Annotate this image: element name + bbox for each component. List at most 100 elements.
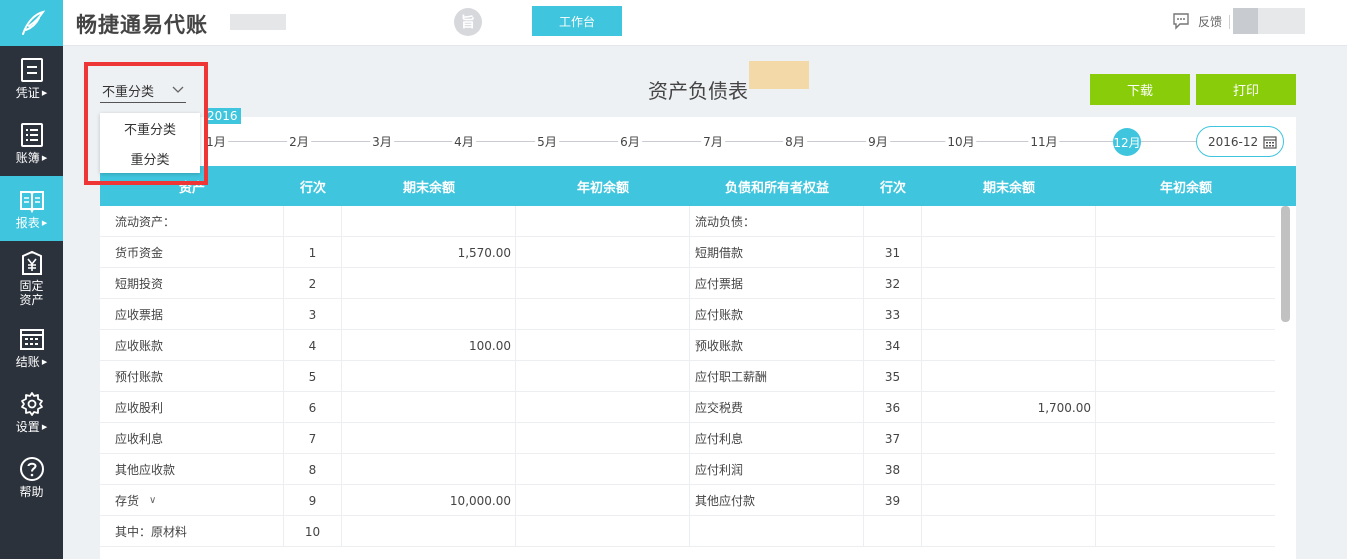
month-9[interactable]: 9月 xyxy=(866,133,890,150)
table-row: 预付账款 5 应付职工薪酬 35 xyxy=(100,361,1275,392)
expand-chevron-icon[interactable]: ∨ xyxy=(149,495,156,506)
liability-line-cell: 37 xyxy=(864,423,922,454)
blurred-account-name xyxy=(230,14,286,30)
col-line-2: 行次 xyxy=(879,180,906,196)
liability-name-cell: 应付利息 xyxy=(690,423,864,454)
asset-line-cell: 10 xyxy=(284,516,342,547)
liability-name: 预收账款 xyxy=(695,339,744,353)
asset-end-balance-cell xyxy=(342,423,516,454)
feedback-link[interactable]: 反馈 xyxy=(1172,12,1222,30)
liability-name-cell: 应付账款 xyxy=(690,299,864,330)
asset-line: 2 xyxy=(308,276,317,291)
table-row: 应收账款 4 100.00 预收账款 34 xyxy=(100,330,1275,361)
scrollbar-track[interactable] xyxy=(1275,206,1296,559)
yen-icon xyxy=(21,250,42,275)
table-row: 其他应收款 8 应付利润 38 xyxy=(100,454,1275,485)
liability-name-cell: 其他应付款 xyxy=(690,485,864,516)
sidebar-item-report[interactable]: 报表 ▶ xyxy=(0,176,63,241)
asset-line-cell: 1 xyxy=(284,237,342,268)
liability-end-balance-cell xyxy=(922,361,1096,392)
year-badge: 2016 xyxy=(204,108,241,124)
liability-line: 32 xyxy=(884,276,901,291)
classify-option-reclass[interactable]: 重分类 xyxy=(100,143,200,173)
asset-name-cell: 货币资金 xyxy=(100,237,284,268)
liability-end-balance-cell xyxy=(922,206,1096,237)
asset-begin-balance-cell xyxy=(516,206,690,237)
liability-line: 33 xyxy=(884,307,901,322)
user-avatar[interactable] xyxy=(1233,8,1305,34)
asset-begin-balance-cell xyxy=(516,299,690,330)
asset-name-cell: 应收利息 xyxy=(100,423,284,454)
asset-end-balance-cell xyxy=(342,361,516,392)
sidebar-item-closing[interactable]: 结账 ▶ xyxy=(0,315,63,380)
help-icon xyxy=(19,457,44,481)
period-timeline: 2016 1月 2月 3月 4月 5月 6月 7月 8月 9月 10月 11月 … xyxy=(100,108,1296,166)
asset-line: 1 xyxy=(308,245,317,260)
asset-name: 流动资产： xyxy=(115,215,176,229)
asset-end-balance-cell xyxy=(342,454,516,485)
month-7[interactable]: 7月 xyxy=(701,133,725,150)
month-5[interactable]: 5月 xyxy=(535,133,559,150)
sidebar-item-label: 报表 xyxy=(15,216,40,230)
asset-name-cell[interactable]: 存货 ∨ xyxy=(100,485,284,516)
month-8[interactable]: 8月 xyxy=(783,133,807,150)
month-10[interactable]: 10月 xyxy=(945,133,977,150)
month-2[interactable]: 2月 xyxy=(287,133,311,150)
table-row: 存货 ∨ 9 10,000.00 其他应付款 39 xyxy=(100,485,1275,516)
liability-name-cell: 应付票据 xyxy=(690,268,864,299)
report-panel: 资产负债表 下载 打印 2016 1月 2月 3月 4月 5月 6月 7月 8月… xyxy=(100,55,1296,559)
sidebar-item-voucher[interactable]: 凭证 ▶ xyxy=(0,46,63,111)
month-3[interactable]: 3月 xyxy=(370,133,394,150)
asset-line-cell: 6 xyxy=(284,392,342,423)
col-end-balance-2: 期末余额 xyxy=(982,180,1035,196)
asset-end-balance-cell: 10,000.00 xyxy=(342,485,516,516)
sidebar-item-label: 账簿 xyxy=(15,151,40,165)
asset-begin-balance-cell xyxy=(516,454,690,485)
liability-end-balance-cell: 1,700.00 xyxy=(922,392,1096,423)
chevron-down-icon xyxy=(172,86,184,93)
table-row: 应收股利 6 应交税费 36 1,700.00 xyxy=(100,392,1275,423)
circle-shortcut-button[interactable]: 旨 xyxy=(454,8,482,36)
asset-line-cell: 8 xyxy=(284,454,342,485)
brand-name: 畅捷通易代账 xyxy=(76,13,208,37)
month-12-active[interactable]: 12月 xyxy=(1113,128,1141,156)
liability-begin-balance-cell xyxy=(1096,485,1275,516)
asset-begin-balance-cell xyxy=(516,237,690,268)
liability-name: 短期借款 xyxy=(695,246,744,260)
date-picker[interactable]: 2016-12 xyxy=(1196,126,1284,157)
ledger-icon xyxy=(20,123,43,147)
liability-name: 应付利润 xyxy=(695,463,744,477)
asset-end-balance-cell xyxy=(342,206,516,237)
workbench-button[interactable]: 工作台 xyxy=(532,6,622,36)
month-6[interactable]: 6月 xyxy=(618,133,642,150)
liability-line-cell xyxy=(864,206,922,237)
month-4[interactable]: 4月 xyxy=(452,133,476,150)
print-button[interactable]: 打印 xyxy=(1196,74,1296,105)
liability-name-cell: 预收账款 xyxy=(690,330,864,361)
download-button[interactable]: 下载 xyxy=(1090,74,1190,105)
sidebar-item-fixed-assets[interactable]: 固定 资产 xyxy=(0,241,63,315)
calendar-icon xyxy=(1263,135,1277,149)
col-line: 行次 xyxy=(299,180,326,196)
classify-option-no-reclass[interactable]: 不重分类 xyxy=(100,113,200,143)
sidebar-item-help[interactable]: 帮助 xyxy=(0,445,63,510)
asset-line: 10 xyxy=(304,524,321,539)
col-begin-balance: 年初余额 xyxy=(576,180,629,196)
liability-line-cell: 38 xyxy=(864,454,922,485)
liability-line: 37 xyxy=(884,431,901,446)
sidebar-item-ledger[interactable]: 账簿 ▶ xyxy=(0,111,63,176)
sidebar-item-settings[interactable]: 设置 ▶ xyxy=(0,380,63,445)
scrollbar-thumb[interactable] xyxy=(1281,206,1290,322)
table-row: 货币资金 1 1,570.00 短期借款 31 xyxy=(100,237,1275,268)
app-logo[interactable] xyxy=(0,0,63,46)
asset-name: 其中：原材料 xyxy=(115,525,188,539)
liability-name: 流动负债： xyxy=(695,215,756,229)
asset-line-cell: 9 xyxy=(284,485,342,516)
classify-select[interactable]: 不重分类 xyxy=(100,79,186,103)
liability-name-cell: 应交税费 xyxy=(690,392,864,423)
liability-name-cell: 短期借款 xyxy=(690,237,864,268)
month-11[interactable]: 11月 xyxy=(1028,133,1060,150)
liability-line-cell xyxy=(864,516,922,547)
calendar-grid-icon xyxy=(19,329,44,350)
liability-line-cell: 32 xyxy=(864,268,922,299)
